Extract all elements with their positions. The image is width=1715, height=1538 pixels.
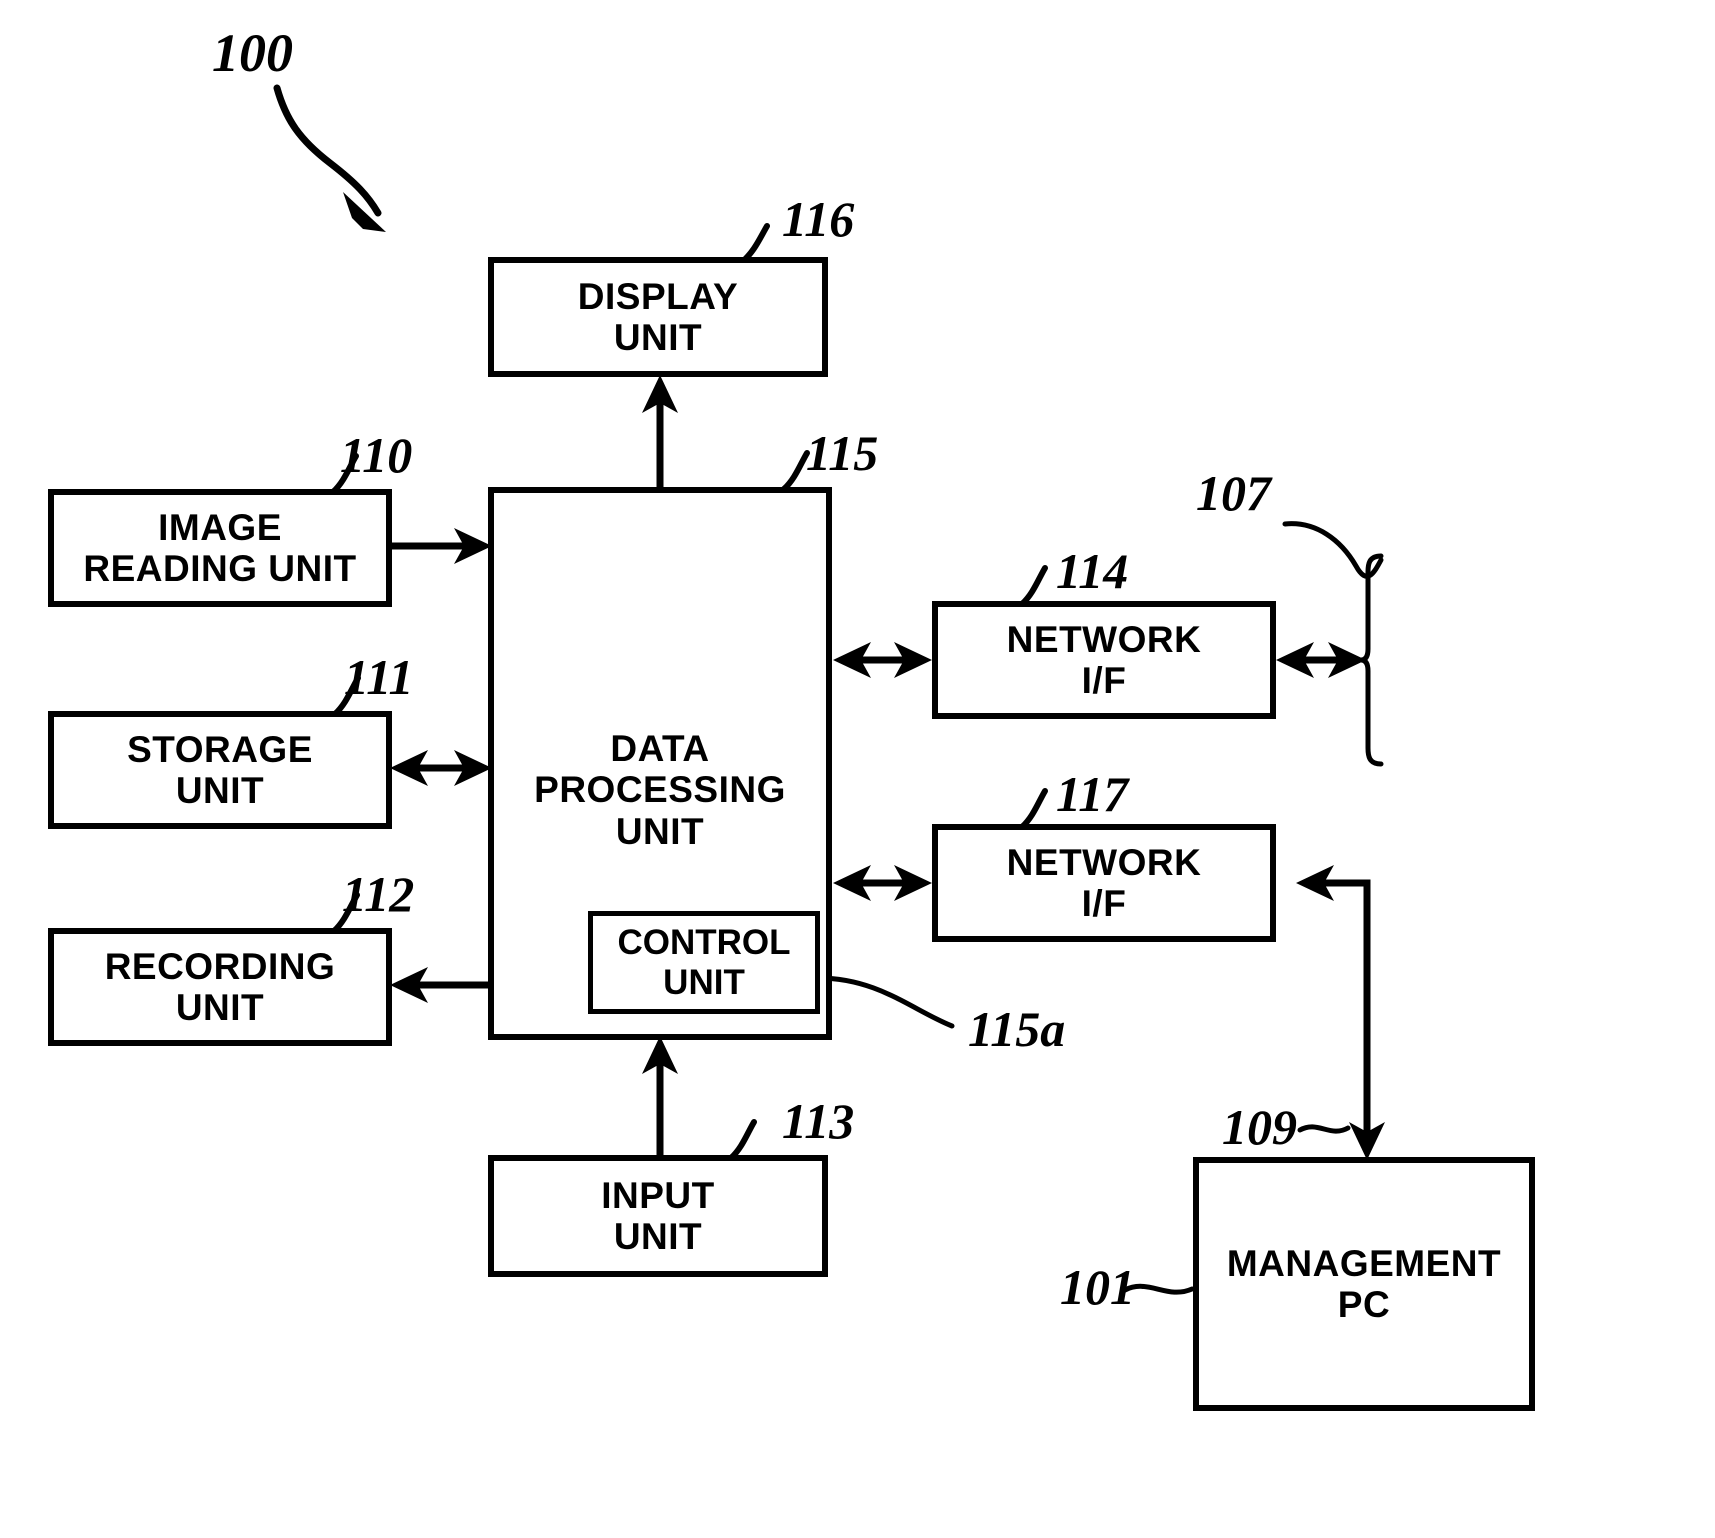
arrow-109-networkif-to-pc: [1296, 865, 1385, 1160]
refnum-113: 113: [782, 1093, 855, 1149]
input-unit-label: INPUT UNIT: [601, 1174, 715, 1257]
data-processing-unit-label: DATA PROCESSING UNIT: [534, 728, 786, 852]
refnum-115a: 115a: [968, 1001, 1066, 1057]
patent-figure: 100 116 110 115 107 114 111 117 112 115a…: [0, 0, 1715, 1538]
refnum-111: 111: [344, 649, 414, 705]
network-if-upper-box[interactable]: NETWORK I/F: [932, 601, 1276, 719]
control-unit-box[interactable]: CONTROL UNIT: [588, 911, 820, 1014]
refnum-116: 116: [782, 191, 855, 247]
input-unit-box[interactable]: INPUT UNIT: [488, 1155, 828, 1277]
management-pc-box[interactable]: MANAGEMENT PC: [1193, 1157, 1535, 1411]
arrow-storage-dpu: [390, 750, 492, 786]
display-unit-box[interactable]: DISPLAY UNIT: [488, 257, 828, 377]
arrow-image-reading-to-dpu: [392, 528, 492, 564]
arrow-dpu-networkif-lower: [833, 865, 932, 901]
leader-115a: [815, 975, 955, 1029]
leader-114: [1019, 565, 1048, 607]
recording-unit-box[interactable]: RECORDING UNIT: [48, 928, 392, 1046]
arrow-networkif-upper-to-bracket: [1276, 642, 1366, 678]
control-unit-label: CONTROL UNIT: [617, 923, 791, 1002]
refnum-109: 109: [1222, 1099, 1297, 1155]
refnum-112: 112: [342, 866, 415, 922]
leader-101: [1122, 1283, 1195, 1295]
leader-113: [728, 1119, 757, 1161]
management-pc-label: MANAGEMENT PC: [1226, 1242, 1502, 1325]
refnum-110: 110: [340, 427, 413, 483]
leader-117: [1019, 788, 1048, 830]
network-if-lower-label: NETWORK I/F: [1006, 841, 1202, 924]
leader-109: [1297, 1124, 1351, 1134]
refnum-107: 107: [1196, 465, 1271, 521]
refnum-115: 115: [806, 425, 879, 481]
refnum-100: 100: [212, 23, 293, 83]
leader-100: [273, 84, 386, 232]
network-if-upper-label: NETWORK I/F: [1006, 618, 1202, 701]
leader-107: [1282, 521, 1384, 579]
bracket-107: [1360, 553, 1384, 767]
refnum-117: 117: [1056, 766, 1129, 822]
arrow-dpu-networkif-upper: [833, 642, 932, 678]
arrow-dpu-to-recording: [390, 967, 490, 1003]
refnum-101: 101: [1060, 1259, 1135, 1315]
network-if-lower-box[interactable]: NETWORK I/F: [932, 824, 1276, 942]
refnum-114: 114: [1056, 543, 1129, 599]
storage-unit-label: STORAGE UNIT: [127, 728, 313, 811]
display-unit-label: DISPLAY UNIT: [577, 275, 739, 358]
image-reading-unit-box[interactable]: IMAGE READING UNIT: [48, 489, 392, 607]
image-reading-unit-label: IMAGE READING UNIT: [83, 506, 357, 589]
arrow-input-to-dpu: [642, 1036, 678, 1155]
recording-unit-label: RECORDING UNIT: [104, 945, 336, 1028]
leader-115: [781, 450, 810, 492]
arrow-dpu-to-display: [642, 375, 678, 487]
storage-unit-box[interactable]: STORAGE UNIT: [48, 711, 392, 829]
